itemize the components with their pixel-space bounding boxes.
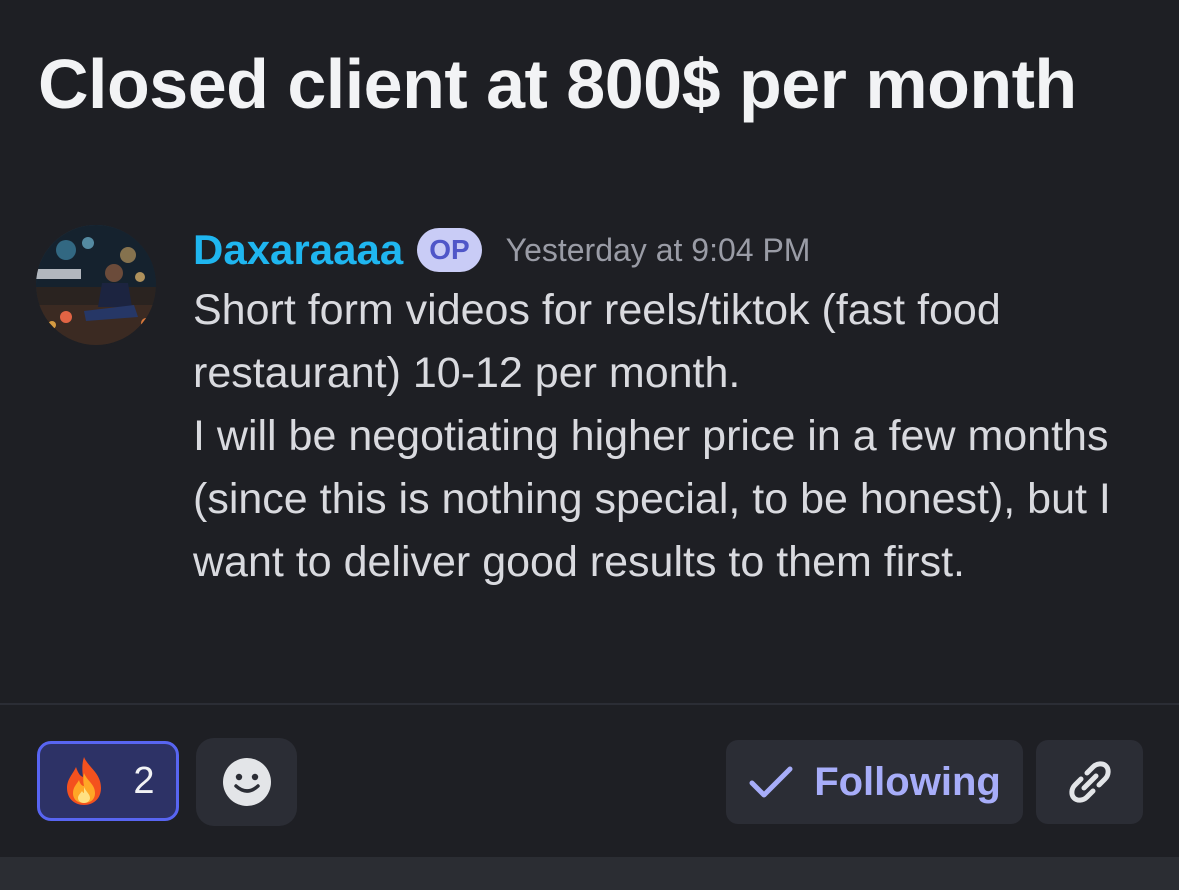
author-avatar[interactable] bbox=[36, 225, 156, 345]
message-paragraph: Short form videos for reels/tiktok (fast… bbox=[193, 286, 1013, 397]
smiley-face-icon bbox=[222, 758, 271, 806]
bottom-bar bbox=[0, 857, 1179, 890]
message-header: Daxaraaaa OP Yesterday at 9:04 PM bbox=[193, 222, 810, 278]
checkmark-icon bbox=[749, 766, 793, 798]
copy-link-button[interactable] bbox=[1036, 740, 1143, 824]
reaction-fire[interactable]: 2 bbox=[37, 741, 179, 821]
following-button[interactable]: Following bbox=[726, 740, 1023, 824]
fire-icon bbox=[67, 757, 102, 805]
avatar-image bbox=[36, 225, 156, 345]
post-title: Closed client at 800$ per month bbox=[38, 45, 1077, 123]
divider bbox=[0, 703, 1179, 705]
author-name[interactable]: Daxaraaaa bbox=[193, 226, 403, 274]
following-label: Following bbox=[814, 759, 1001, 804]
message-content: Short form videos for reels/tiktok (fast… bbox=[193, 279, 1153, 594]
message-paragraph: I will be negotiating higher price in a … bbox=[193, 412, 1133, 586]
link-icon bbox=[1068, 761, 1111, 803]
message-timestamp: Yesterday at 9:04 PM bbox=[505, 231, 811, 268]
reaction-count: 2 bbox=[133, 759, 155, 802]
add-reaction-button[interactable] bbox=[196, 738, 297, 826]
forum-post-view: Closed client at 800$ per month Daxaraaa… bbox=[0, 0, 1179, 890]
op-badge: OP bbox=[417, 228, 482, 272]
